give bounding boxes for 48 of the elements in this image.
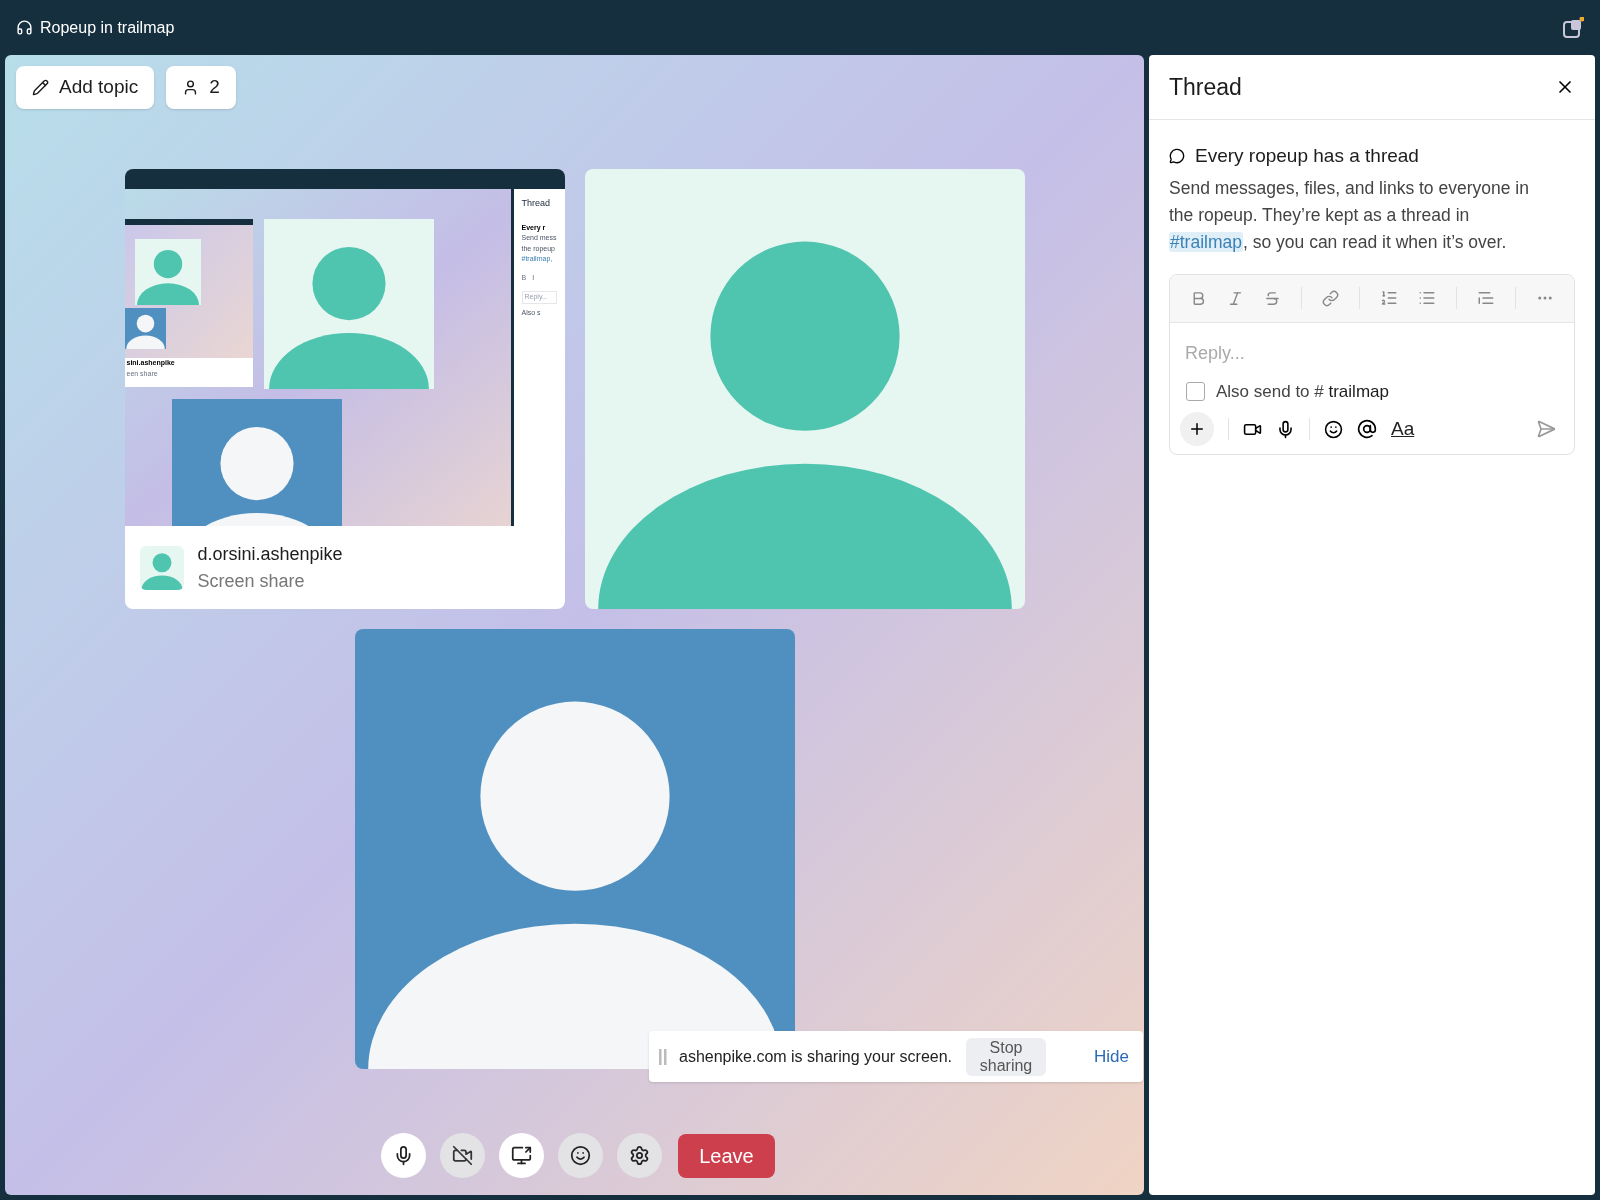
headphones-icon <box>16 19 33 36</box>
participants-button[interactable]: 2 <box>166 66 236 109</box>
hide-button[interactable]: Hide <box>1094 1043 1129 1070</box>
formatting-button[interactable]: Aa <box>1391 414 1415 444</box>
reply-field[interactable]: Reply... Also send to # trailmap Aa <box>1169 273 1575 455</box>
checkbox[interactable] <box>1186 381 1205 401</box>
popout-icon[interactable] <box>1562 16 1584 39</box>
avatar-icon <box>171 399 342 526</box>
preview-title: Thread <box>521 197 552 210</box>
thread-description: Send messages, files, and links to everyone in the ropeup. They’re kept as a thread in #trailmap, so you can read it when it’s over. <box>1169 176 1530 254</box>
window-title: Ropeup in trailmap <box>40 17 175 38</box>
stop-sharing-button[interactable]: Stop sharing <box>966 1037 1047 1076</box>
participant-subtitle: Screen share <box>197 569 306 593</box>
pencil-icon <box>32 79 49 96</box>
screen-icon <box>511 1145 532 1166</box>
avatar-icon <box>263 219 434 389</box>
channel-link[interactable]: #trailmap <box>1169 231 1243 252</box>
settings-icon <box>629 1145 650 1166</box>
participant-name: d.orsini.ashenpike <box>197 542 343 566</box>
mic-button[interactable] <box>381 1133 426 1178</box>
panel-title: Thread <box>1169 72 1242 102</box>
checkbox-label: Also send to # trailmap <box>1216 380 1389 403</box>
settings-button[interactable] <box>617 1133 662 1178</box>
add-button[interactable] <box>1180 412 1214 446</box>
emoji-button[interactable] <box>558 1133 603 1178</box>
speech-bubble-icon <box>1169 148 1185 165</box>
bulleted-list-icon[interactable] <box>1418 289 1436 307</box>
send-icon[interactable] <box>1536 419 1556 439</box>
mention-icon[interactable] <box>1357 419 1377 439</box>
leave-button[interactable]: Leave <box>678 1133 775 1178</box>
camera-icon <box>452 1145 473 1166</box>
plus-icon <box>1188 420 1206 438</box>
italic-icon[interactable] <box>1227 289 1244 307</box>
numbered-list-icon[interactable] <box>1380 289 1398 307</box>
reactions-icon <box>570 1145 591 1166</box>
link-icon[interactable] <box>1322 289 1339 307</box>
quote-icon[interactable] <box>1477 289 1495 307</box>
avatar-icon <box>134 239 201 305</box>
drag-handle-icon[interactable] <box>659 1048 667 1065</box>
mic-icon[interactable] <box>1276 419 1295 439</box>
camera-button[interactable] <box>440 1133 485 1178</box>
emoji-icon[interactable] <box>1324 419 1343 439</box>
avatar-icon <box>124 308 166 349</box>
strikethrough-icon[interactable] <box>1264 289 1281 307</box>
thread-heading: Every ropeup has a thread <box>1195 144 1419 168</box>
add-topic-button[interactable]: Add topic <box>16 66 155 109</box>
screen-share-button[interactable] <box>499 1133 544 1178</box>
share-notice-text: ashenpike.com is sharing your screen. <box>679 1046 953 1067</box>
